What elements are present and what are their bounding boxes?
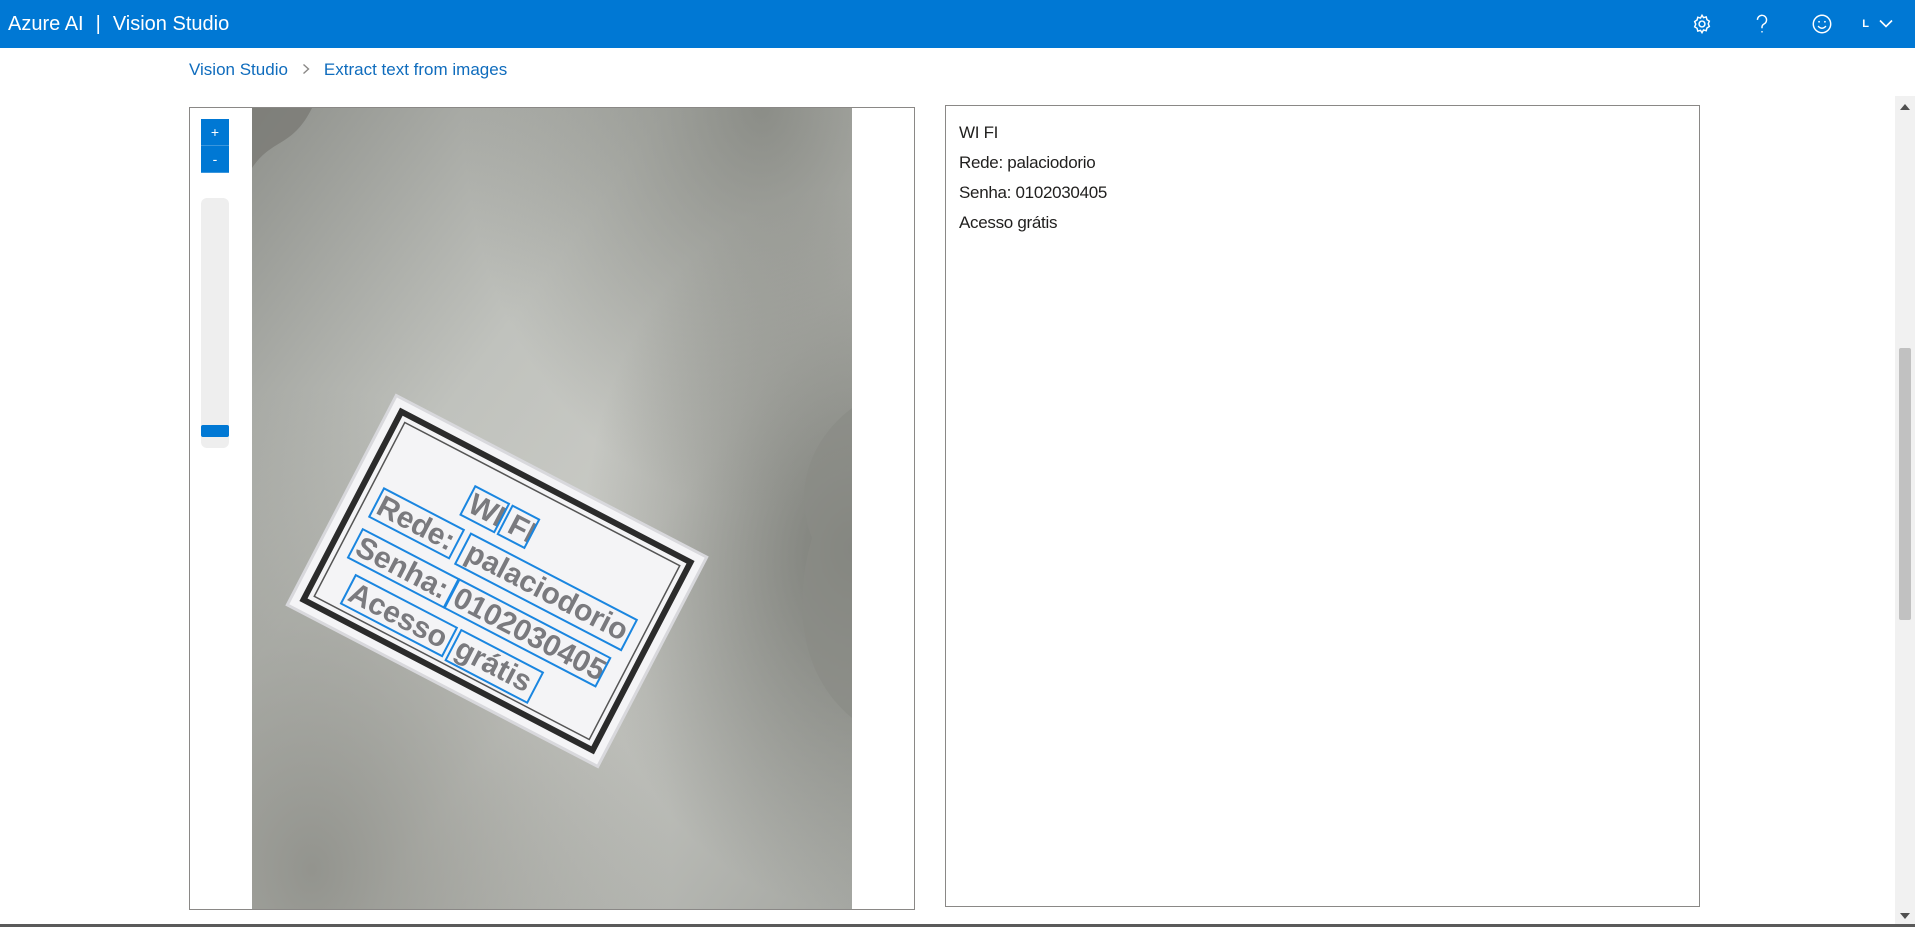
settings-button[interactable] [1672, 0, 1732, 48]
chevron-down-icon [1879, 15, 1893, 33]
zoom-controls: + - [201, 119, 229, 173]
page-scrollbar[interactable] [1895, 96, 1915, 927]
scroll-down-arrow-icon[interactable] [1900, 913, 1910, 919]
scrollbar-thumb[interactable] [1899, 348, 1911, 620]
product-name: Vision Studio [112, 12, 230, 35]
zoom-in-button[interactable]: + [201, 119, 229, 146]
brand-separator: | [95, 12, 101, 35]
result-line: WI FI [959, 123, 999, 142]
breadcrumb-vision-studio[interactable]: Vision Studio [189, 60, 288, 80]
brand[interactable]: Azure AI | Vision Studio [0, 0, 229, 48]
zoom-slider-thumb[interactable] [201, 424, 229, 437]
help-button[interactable] [1732, 0, 1792, 48]
result-line: Acesso grátis [959, 213, 1058, 232]
extracted-text-panel: WI FI Rede: palaciodorio Senha: 01020304… [945, 105, 1700, 907]
zoom-out-button[interactable]: - [201, 146, 229, 173]
result-line: Rede: palaciodorio [959, 153, 1096, 172]
brand-name: Azure AI [8, 12, 84, 35]
feedback-smiley-icon [1811, 13, 1833, 35]
image-viewer: + - WI FI Rede: palaciodorio Senha: 0102… [189, 107, 915, 910]
result-line: Senha: 0102030405 [959, 183, 1108, 202]
zoom-slider[interactable] [201, 198, 229, 448]
top-bar: Azure AI | Vision Studio L [0, 0, 1915, 48]
chevron-right-icon [302, 62, 310, 78]
breadcrumb: Vision Studio Extract text from images [189, 60, 507, 80]
feedback-button[interactable] [1792, 0, 1852, 48]
help-icon [1752, 13, 1772, 35]
top-icons: L [1672, 0, 1915, 48]
breadcrumb-extract-text[interactable]: Extract text from images [324, 60, 507, 80]
user-initial: L [1862, 18, 1869, 30]
scroll-up-arrow-icon[interactable] [1900, 104, 1910, 110]
settings-icon [1691, 13, 1713, 35]
account-menu-button[interactable]: L [1852, 0, 1915, 48]
uploaded-photo: WI FI Rede: palaciodorio Senha: 01020304… [252, 108, 852, 909]
